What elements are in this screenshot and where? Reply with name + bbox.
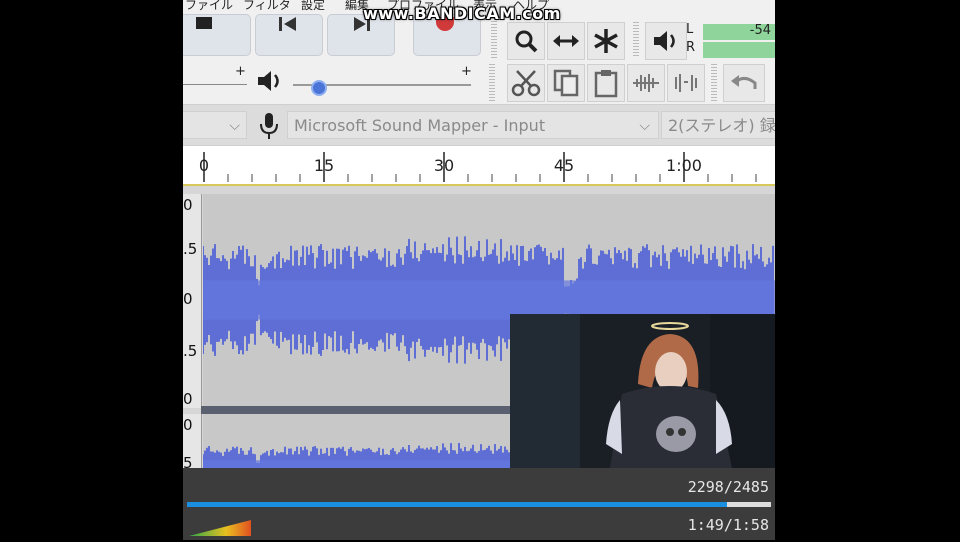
- paste-icon: [594, 70, 618, 98]
- zoom-icon: [515, 30, 538, 53]
- speaker-icon: [654, 31, 675, 51]
- copy-button[interactable]: [547, 64, 585, 102]
- seek-bar[interactable]: [187, 502, 771, 507]
- track-area: 0 .5 0 .5 0 0 5: [183, 186, 775, 493]
- time-display: 1:49/1:58: [687, 516, 769, 534]
- frame-counter: 2298/2485: [687, 478, 769, 496]
- zoom-tool-button[interactable]: [507, 22, 545, 60]
- scale-label: .5: [183, 342, 198, 360]
- track-vertical-scale: 0 .5 0 .5 0: [183, 194, 202, 408]
- meter-label-right: R: [686, 40, 696, 55]
- multi-tool-icon: [594, 29, 618, 53]
- meter-value: -54: [749, 23, 771, 38]
- meter-left[interactable]: -54: [703, 23, 775, 40]
- undo-button[interactable]: [723, 64, 765, 102]
- menu-file[interactable]: ファイル: [185, 0, 233, 11]
- undo-icon: [731, 75, 757, 89]
- cut-button[interactable]: [507, 64, 545, 102]
- toolbar-grip[interactable]: [633, 22, 639, 58]
- scale-label: .5: [183, 240, 198, 258]
- silence-button[interactable]: [667, 64, 705, 102]
- anime-character-image: [510, 314, 775, 468]
- scale-label: 0: [183, 196, 193, 214]
- volume-level-icon[interactable]: [189, 518, 251, 542]
- ruler-label: 15: [313, 156, 335, 175]
- channels-select[interactable]: 2(ステレオ) 録音: [661, 111, 775, 139]
- scale-label: 0: [183, 416, 193, 434]
- scale-label: 0: [183, 290, 193, 308]
- bandicam-watermark: www.BANDICAM.com: [363, 4, 561, 23]
- ruler-label: 45: [553, 156, 575, 175]
- chevron-down-icon: ⌵: [639, 118, 650, 134]
- stop-icon: [196, 17, 212, 29]
- multi-tool-button[interactable]: [587, 22, 625, 60]
- input-device-value: Microsoft Sound Mapper - Input: [294, 116, 546, 135]
- track-vertical-scale: 0 5: [183, 414, 202, 472]
- host-select[interactable]: ⌵: [183, 111, 247, 139]
- scissors-icon: [511, 70, 541, 97]
- meter-right[interactable]: [703, 42, 775, 58]
- paste-button[interactable]: [587, 64, 625, 102]
- timeshift-icon: [553, 35, 579, 47]
- timeline-ruler[interactable]: 0 15 30 45 1:00: [183, 146, 775, 187]
- audacity-window: ファイル フィルタ 設定 編集 プロファイル 表示 ヘルプ www.BANDIC…: [183, 0, 775, 540]
- input-volume-track[interactable]: [183, 84, 247, 85]
- silence-audio-icon: [675, 74, 697, 92]
- menu-filter[interactable]: フィルタ: [243, 0, 291, 11]
- chevron-down-icon: ⌵: [229, 118, 240, 134]
- trim-button[interactable]: [627, 64, 665, 102]
- stop-button[interactable]: [183, 14, 251, 56]
- trim-audio-icon: [633, 74, 659, 92]
- copy-icon: [553, 69, 579, 97]
- microphone-icon: [257, 111, 281, 145]
- toolbar-grip[interactable]: [491, 18, 497, 58]
- toolbar-grip[interactable]: [489, 64, 495, 102]
- skip-start-icon: [279, 17, 296, 31]
- playback-plus-label: +: [461, 64, 472, 79]
- menu-settings[interactable]: 設定: [301, 0, 325, 11]
- meter-label-left: L: [686, 22, 694, 37]
- output-volume-button[interactable]: [645, 22, 687, 60]
- ruler-label: 0: [198, 156, 210, 175]
- skip-start-button[interactable]: [255, 14, 323, 56]
- playback-volume-thumb[interactable]: [311, 80, 327, 96]
- video-player-controls: 2298/2485 1:49/1:58: [183, 468, 775, 540]
- seek-bar-progress: [187, 502, 728, 507]
- channels-value: 2(ステレオ) 録音: [668, 116, 775, 135]
- video-thumbnail: [510, 314, 775, 468]
- playback-volume-icon: [255, 68, 283, 98]
- timeshift-tool-button[interactable]: [547, 22, 585, 60]
- toolbar-grip[interactable]: [711, 64, 717, 102]
- scale-label: 0: [183, 390, 193, 408]
- device-toolbar: ⌵ Microsoft Sound Mapper - Input ⌵ 2(ステレ…: [183, 104, 775, 146]
- volume-plus-label: +: [235, 64, 246, 79]
- input-device-select[interactable]: Microsoft Sound Mapper - Input ⌵: [287, 111, 659, 139]
- ruler-label: 30: [433, 156, 455, 175]
- ruler-label: 1:00: [666, 156, 702, 175]
